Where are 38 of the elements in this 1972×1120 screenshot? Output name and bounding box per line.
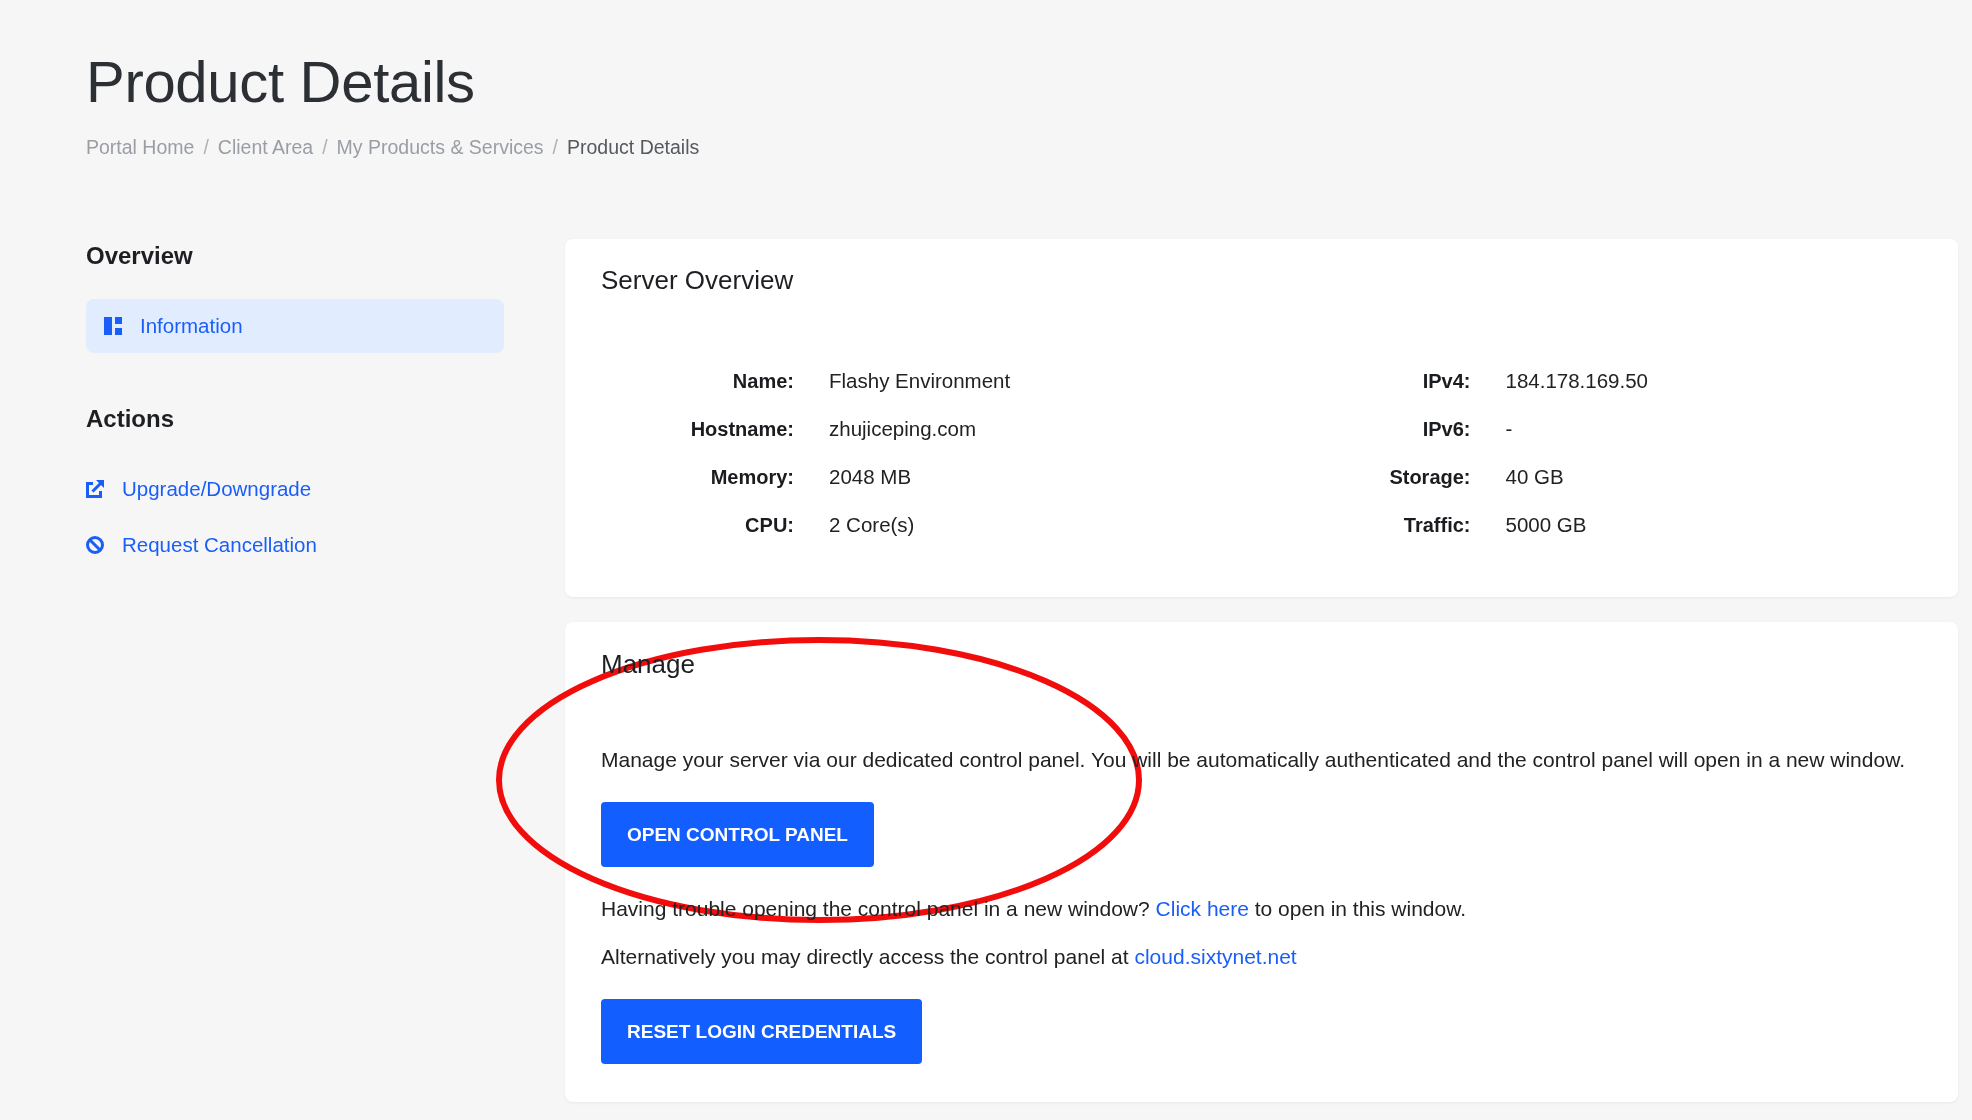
breadcrumb-separator: / (321, 135, 329, 159)
breadcrumb-link[interactable]: Portal Home (86, 135, 195, 159)
field-value: 40 GB (1505, 465, 1564, 489)
page-title: Product Details (86, 48, 476, 116)
field-value: 2048 MB (829, 465, 912, 489)
breadcrumb-link[interactable]: My Products & Services (336, 135, 544, 159)
primary-button[interactable]: RESET LOGIN CREDENTIALS (601, 999, 923, 1064)
section-heading: Overview (86, 241, 194, 271)
ban-icon (86, 536, 104, 554)
current-page-text: Product Details (567, 135, 700, 159)
breadcrumb-separator: / (202, 135, 210, 159)
help-text: Alternatively you may directly access the control panel at cloud.sixtynet.net (601, 944, 1297, 970)
external-link-icon (86, 480, 104, 498)
breadcrumb-link[interactable]: Client Area (217, 135, 314, 159)
action-link[interactable]: Request Cancellation (86, 531, 317, 559)
field-label: Traffic: (1403, 513, 1471, 537)
sidebar-item[interactable]: Information (86, 299, 504, 353)
field-value: Flashy Environment (829, 369, 1011, 393)
field-label: IPv6: (1422, 417, 1471, 441)
card-title: Server Overview (601, 265, 794, 295)
dashboard-icon (104, 317, 122, 335)
inline-link[interactable]: Click here (1155, 897, 1249, 920)
field-value: 184.178.169.50 (1505, 369, 1648, 393)
field-label: IPv4: (1422, 369, 1471, 393)
field-value: - (1505, 417, 1513, 441)
inline-link[interactable]: cloud.sixtynet.net (1134, 945, 1297, 968)
field-label: Name: (732, 369, 794, 393)
breadcrumb-separator: / (551, 135, 559, 159)
field-label: CPU: (745, 513, 794, 537)
field-label: Hostname: (690, 417, 794, 441)
action-link[interactable]: Upgrade/Downgrade (86, 475, 312, 503)
field-label: Storage: (1389, 465, 1471, 489)
primary-button[interactable]: OPEN CONTROL PANEL (601, 802, 874, 867)
field-value: 5000 GB (1505, 513, 1587, 537)
field-value: 2 Core(s) (829, 513, 915, 537)
section-heading: Actions (86, 404, 175, 434)
field-value: zhujiceping.com (829, 417, 976, 441)
field-label: Memory: (710, 465, 794, 489)
